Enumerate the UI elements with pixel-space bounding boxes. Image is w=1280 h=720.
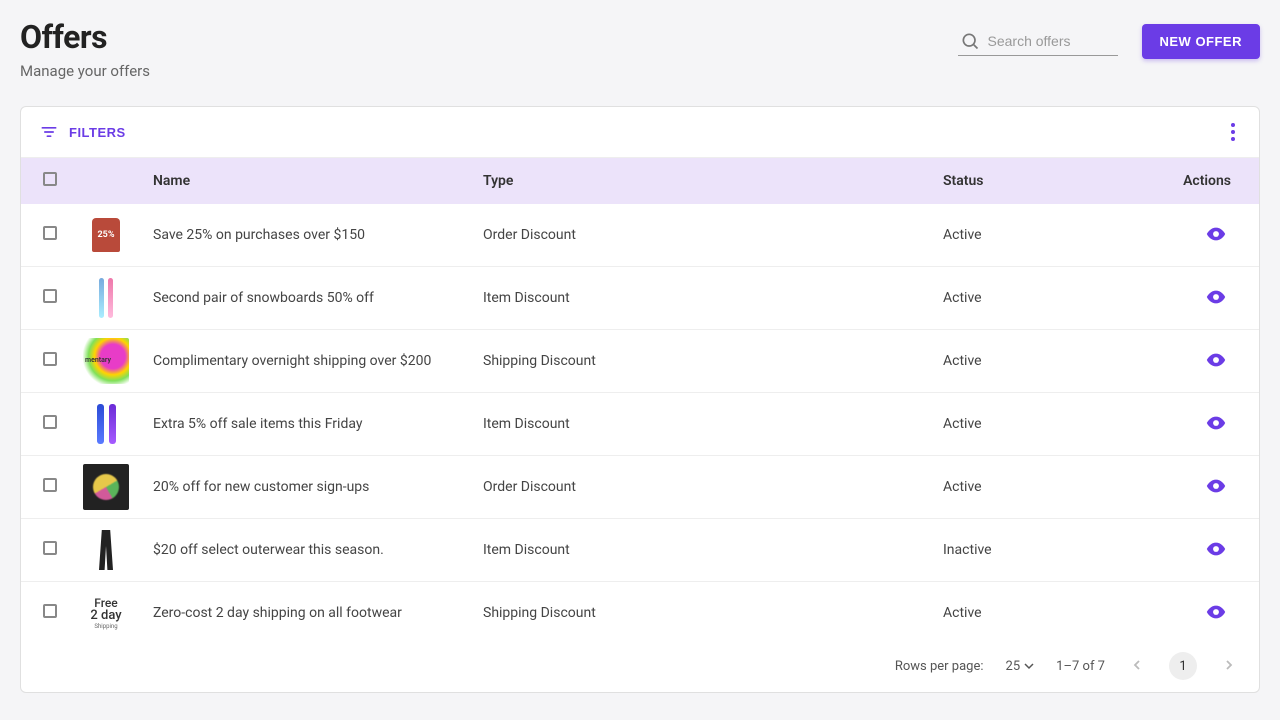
offer-thumbnail bbox=[83, 464, 129, 510]
offer-name: Complimentary overnight shipping over $2… bbox=[141, 330, 471, 393]
offer-status: Inactive bbox=[931, 519, 1091, 582]
table-header-row: Name Type Status Actions bbox=[21, 158, 1259, 204]
page-title: Offers bbox=[20, 18, 150, 56]
rows-per-page-select[interactable]: 25 bbox=[1006, 659, 1035, 674]
offer-name: Second pair of snowboards 50% off bbox=[141, 267, 471, 330]
offer-name: Save 25% on purchases over $150 bbox=[141, 204, 471, 267]
next-page-button[interactable] bbox=[1219, 655, 1239, 678]
select-all-checkbox[interactable] bbox=[43, 172, 57, 186]
page-subtitle: Manage your offers bbox=[20, 62, 150, 80]
offer-type: Item Discount bbox=[471, 393, 931, 456]
chevron-right-icon bbox=[1223, 659, 1235, 671]
offer-thumbnail: Free2 dayShipping bbox=[83, 590, 129, 636]
col-header-actions: Actions bbox=[1091, 158, 1259, 204]
chevron-left-icon bbox=[1131, 659, 1143, 671]
offer-name: Extra 5% off sale items this Friday bbox=[141, 393, 471, 456]
table-row[interactable]: Free2 dayShipping Zero-cost 2 day shippin… bbox=[21, 582, 1259, 645]
row-checkbox[interactable] bbox=[43, 289, 57, 303]
eye-icon bbox=[1205, 538, 1227, 560]
offer-status: Active bbox=[931, 456, 1091, 519]
pagination-range: 1–7 of 7 bbox=[1056, 659, 1105, 674]
offers-table: Name Type Status Actions 25% Save 25% on … bbox=[21, 158, 1259, 644]
search-icon bbox=[960, 31, 980, 51]
caret-down-icon bbox=[1024, 661, 1034, 671]
eye-icon bbox=[1205, 286, 1227, 308]
offer-thumbnail: 25% bbox=[83, 212, 129, 258]
prev-page-button[interactable] bbox=[1127, 655, 1147, 678]
search-field[interactable] bbox=[958, 27, 1118, 56]
offer-status: Active bbox=[931, 267, 1091, 330]
view-offer-button[interactable] bbox=[1201, 408, 1231, 441]
row-checkbox[interactable] bbox=[43, 541, 57, 555]
offer-thumbnail bbox=[83, 275, 129, 321]
filter-icon bbox=[39, 122, 59, 142]
view-offer-button[interactable] bbox=[1201, 597, 1231, 630]
new-offer-button[interactable]: NEW OFFER bbox=[1142, 24, 1261, 59]
eye-icon bbox=[1205, 349, 1227, 371]
kebab-icon bbox=[1231, 123, 1235, 141]
table-row[interactable]: $20 off select outerwear this season.Ite… bbox=[21, 519, 1259, 582]
view-offer-button[interactable] bbox=[1201, 471, 1231, 504]
card-toolbar: FILTERS bbox=[21, 107, 1259, 158]
offer-name: 20% off for new customer sign-ups bbox=[141, 456, 471, 519]
table-row[interactable]: Second pair of snowboards 50% offItem Di… bbox=[21, 267, 1259, 330]
filters-button[interactable]: FILTERS bbox=[39, 122, 126, 142]
more-menu-button[interactable] bbox=[1225, 117, 1241, 147]
col-header-status[interactable]: Status bbox=[931, 158, 1091, 204]
offer-status: Active bbox=[931, 582, 1091, 645]
offer-status: Active bbox=[931, 204, 1091, 267]
view-offer-button[interactable] bbox=[1201, 345, 1231, 378]
view-offer-button[interactable] bbox=[1201, 534, 1231, 567]
eye-icon bbox=[1205, 475, 1227, 497]
table-row[interactable]: Extra 5% off sale items this FridayItem … bbox=[21, 393, 1259, 456]
row-checkbox[interactable] bbox=[43, 604, 57, 618]
table-row[interactable]: 20% off for new customer sign-upsOrder D… bbox=[21, 456, 1259, 519]
offer-type: Shipping Discount bbox=[471, 330, 931, 393]
view-offer-button[interactable] bbox=[1201, 282, 1231, 315]
offer-status: Active bbox=[931, 393, 1091, 456]
table-row[interactable]: 25% Save 25% on purchases over $150Order … bbox=[21, 204, 1259, 267]
page-header: Offers Manage your offers NEW OFFER bbox=[20, 18, 1260, 80]
offer-status: Active bbox=[931, 330, 1091, 393]
col-header-type[interactable]: Type bbox=[471, 158, 931, 204]
offer-name: $20 off select outerwear this season. bbox=[141, 519, 471, 582]
offer-thumbnail: mentary bbox=[83, 338, 129, 384]
offer-type: Order Discount bbox=[471, 204, 931, 267]
pagination: Rows per page: 25 1–7 of 7 1 bbox=[21, 644, 1259, 692]
offer-name: Zero-cost 2 day shipping on all footwear bbox=[141, 582, 471, 645]
current-page[interactable]: 1 bbox=[1169, 652, 1197, 680]
row-checkbox[interactable] bbox=[43, 415, 57, 429]
offer-thumbnail bbox=[83, 527, 129, 573]
search-input[interactable] bbox=[988, 33, 1116, 49]
offer-thumbnail bbox=[83, 401, 129, 447]
offer-type: Order Discount bbox=[471, 456, 931, 519]
offer-type: Item Discount bbox=[471, 519, 931, 582]
row-checkbox[interactable] bbox=[43, 226, 57, 240]
eye-icon bbox=[1205, 223, 1227, 245]
eye-icon bbox=[1205, 601, 1227, 623]
view-offer-button[interactable] bbox=[1201, 219, 1231, 252]
offer-type: Item Discount bbox=[471, 267, 931, 330]
row-checkbox[interactable] bbox=[43, 478, 57, 492]
offer-type: Shipping Discount bbox=[471, 582, 931, 645]
rows-per-page-label: Rows per page: bbox=[895, 659, 984, 674]
filters-label: FILTERS bbox=[69, 125, 126, 140]
table-row[interactable]: mentary Complimentary overnight shipping … bbox=[21, 330, 1259, 393]
row-checkbox[interactable] bbox=[43, 352, 57, 366]
col-header-name[interactable]: Name bbox=[141, 158, 471, 204]
eye-icon bbox=[1205, 412, 1227, 434]
offers-card: FILTERS Name Type Status Actions 25% Save… bbox=[20, 106, 1260, 693]
